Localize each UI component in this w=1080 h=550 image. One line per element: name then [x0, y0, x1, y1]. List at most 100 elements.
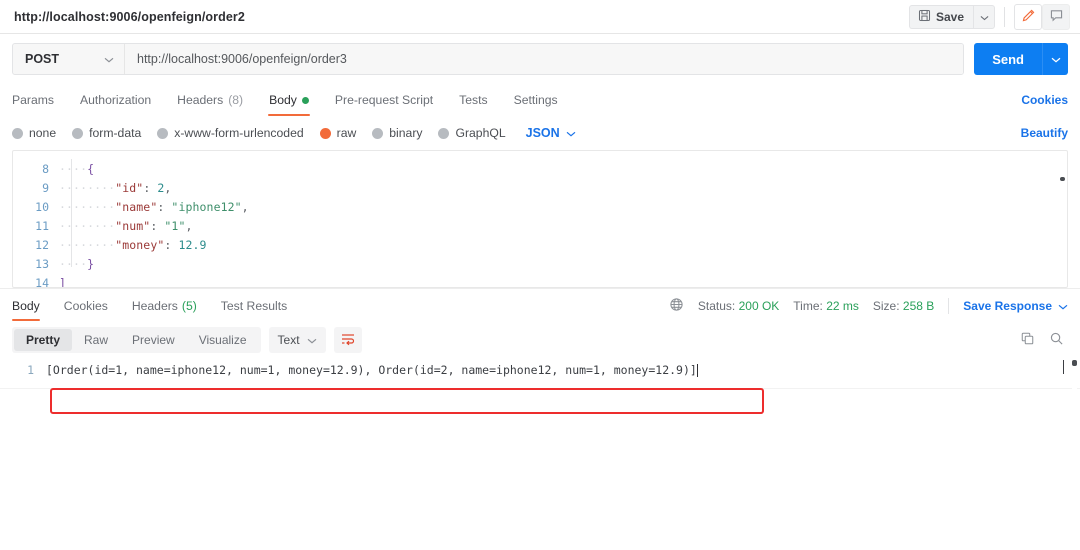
- response-body-viewer[interactable]: 1 [Order(id=1, name=iphone12, num=1, mon…: [0, 358, 1080, 550]
- code-content: ····{: [59, 162, 94, 176]
- response-view-pretty[interactable]: Pretty: [14, 329, 73, 351]
- url-bar: POST http://localhost:9006/openfeign/ord…: [12, 43, 965, 75]
- indent-guide: [71, 159, 72, 267]
- response-tab-headers[interactable]: Headers (5): [120, 289, 209, 323]
- body-type-row: none form-data x-www-form-urlencoded raw…: [0, 116, 1080, 150]
- save-button[interactable]: Save: [908, 4, 973, 29]
- tab-settings-label: Settings: [513, 93, 558, 107]
- floppy-disk-icon: [918, 9, 931, 25]
- response-tab-cookies-label: Cookies: [63, 298, 108, 313]
- size-value: 258 B: [902, 298, 935, 313]
- response-tab-body[interactable]: Body: [12, 289, 52, 323]
- body-type-raw[interactable]: raw: [319, 126, 356, 140]
- response-view-visualize[interactable]: Visualize: [187, 329, 259, 351]
- code-content: ]: [59, 275, 67, 288]
- tab-headers-count: (8): [228, 93, 244, 107]
- response-meta: Status: 200 OK Time: 22 ms Size: 258 B S…: [669, 297, 1068, 315]
- json-key: "num": [115, 218, 151, 233]
- header-actions: Save: [908, 3, 1070, 30]
- url-input[interactable]: http://localhost:9006/openfeign/order3: [125, 44, 964, 74]
- tab-tests-label: Tests: [459, 93, 488, 107]
- tab-params[interactable]: Params: [12, 84, 67, 116]
- body-type-graphql-label: GraphQL: [455, 126, 506, 140]
- request-tabs: Params Authorization Headers (8) Body Pr…: [0, 84, 1080, 116]
- body-type-form-data[interactable]: form-data: [72, 126, 141, 140]
- cookies-link[interactable]: Cookies: [1021, 93, 1068, 107]
- tab-authorization-label: Authorization: [80, 93, 152, 107]
- word-wrap-button[interactable]: [333, 327, 362, 353]
- line-number: 8: [42, 161, 49, 176]
- line-number: 10: [35, 199, 49, 214]
- request-editor-scrollbar-thumb[interactable]: [1060, 177, 1065, 181]
- response-view-switcher: Pretty Raw Preview Visualize: [12, 327, 261, 353]
- chevron-down-icon: [307, 333, 317, 347]
- response-scrollbar-track[interactable]: [1072, 358, 1077, 478]
- response-line: 1 [Order(id=1, name=iphone12, num=1, mon…: [0, 358, 1080, 378]
- request-body-editor[interactable]: 8 ····{ 9 ········"id": 2, 10 ········"n…: [12, 150, 1068, 288]
- url-bar-row: POST http://localhost:9006/openfeign/ord…: [0, 34, 1080, 84]
- beautify-link[interactable]: Beautify: [1021, 126, 1068, 140]
- response-tab-cookies[interactable]: Cookies: [52, 289, 120, 323]
- save-response-button[interactable]: Save Response: [963, 299, 1068, 313]
- tab-headers[interactable]: Headers (8): [164, 84, 256, 116]
- search-icon[interactable]: [1049, 331, 1064, 349]
- tab-pre-request-script-label: Pre-request Script: [334, 93, 434, 107]
- method-selector[interactable]: POST: [13, 44, 125, 74]
- code-content: ········"money": 12.9: [59, 238, 207, 252]
- line-number: 9: [42, 180, 49, 195]
- tab-tests[interactable]: Tests: [446, 84, 500, 116]
- response-format-label: Text: [277, 333, 300, 347]
- code-content: ········"name": "iphone12",: [59, 200, 249, 214]
- radio-icon: [157, 127, 169, 139]
- body-format-selector[interactable]: JSON: [526, 126, 576, 140]
- body-type-x-www-form-urlencoded-label: x-www-form-urlencoded: [174, 126, 304, 140]
- save-response-label: Save Response: [963, 298, 1052, 313]
- radio-selected-icon: [319, 127, 331, 139]
- tab-pre-request-script[interactable]: Pre-request Script: [322, 84, 446, 116]
- status-meta: Status: 200 OK: [698, 299, 779, 313]
- response-view-raw[interactable]: Raw: [72, 329, 120, 351]
- save-button-group: Save: [908, 4, 995, 29]
- line-number: 11: [35, 218, 49, 233]
- method-label: POST: [25, 52, 60, 66]
- body-type-none[interactable]: none: [12, 126, 56, 140]
- request-editor-scrollbar-track[interactable]: [1060, 153, 1065, 285]
- json-separator: :: [157, 199, 172, 214]
- request-title: http://localhost:9006/openfeign/order2: [14, 9, 245, 24]
- json-comma: ,: [185, 218, 193, 233]
- code-token: ]: [59, 275, 67, 288]
- json-value: "1": [164, 218, 186, 233]
- body-type-binary-label: binary: [389, 126, 423, 140]
- response-tab-test-results[interactable]: Test Results: [209, 289, 299, 323]
- indent-dots: ····: [59, 161, 88, 176]
- body-type-binary[interactable]: binary: [372, 126, 422, 140]
- copy-icon[interactable]: [1020, 331, 1035, 349]
- response-tabs: Body Cookies Headers (5) Test Results St…: [0, 288, 1080, 322]
- pencil-icon: [1021, 8, 1036, 26]
- save-options-button[interactable]: [973, 4, 995, 29]
- send-button-group: Send: [974, 43, 1068, 75]
- body-type-x-www-form-urlencoded[interactable]: x-www-form-urlencoded: [157, 126, 304, 140]
- send-options-button[interactable]: [1042, 43, 1068, 75]
- time-value: 22 ms: [826, 298, 859, 313]
- line-number: 13: [35, 256, 49, 271]
- edit-request-button[interactable]: [1014, 3, 1042, 30]
- body-type-graphql[interactable]: GraphQL: [438, 126, 506, 140]
- code-line: 13 ····}: [13, 254, 1067, 273]
- response-format-selector[interactable]: Text: [268, 327, 326, 353]
- radio-icon: [12, 127, 23, 139]
- tab-authorization[interactable]: Authorization: [67, 84, 164, 116]
- response-scrollbar-thumb[interactable]: [1072, 360, 1077, 366]
- tab-settings[interactable]: Settings: [501, 84, 571, 116]
- json-comma: ,: [241, 199, 249, 214]
- response-text-cursor-marker: [1063, 360, 1064, 374]
- comments-button[interactable]: [1042, 3, 1070, 30]
- body-type-form-data-label: form-data: [89, 126, 142, 140]
- send-button[interactable]: Send: [974, 43, 1042, 75]
- json-separator: :: [164, 237, 179, 252]
- tab-body[interactable]: Body: [256, 84, 322, 116]
- indent-dots: ········: [59, 180, 116, 195]
- json-separator: :: [143, 180, 158, 195]
- response-view-preview[interactable]: Preview: [120, 329, 187, 351]
- code-token: }: [87, 256, 95, 271]
